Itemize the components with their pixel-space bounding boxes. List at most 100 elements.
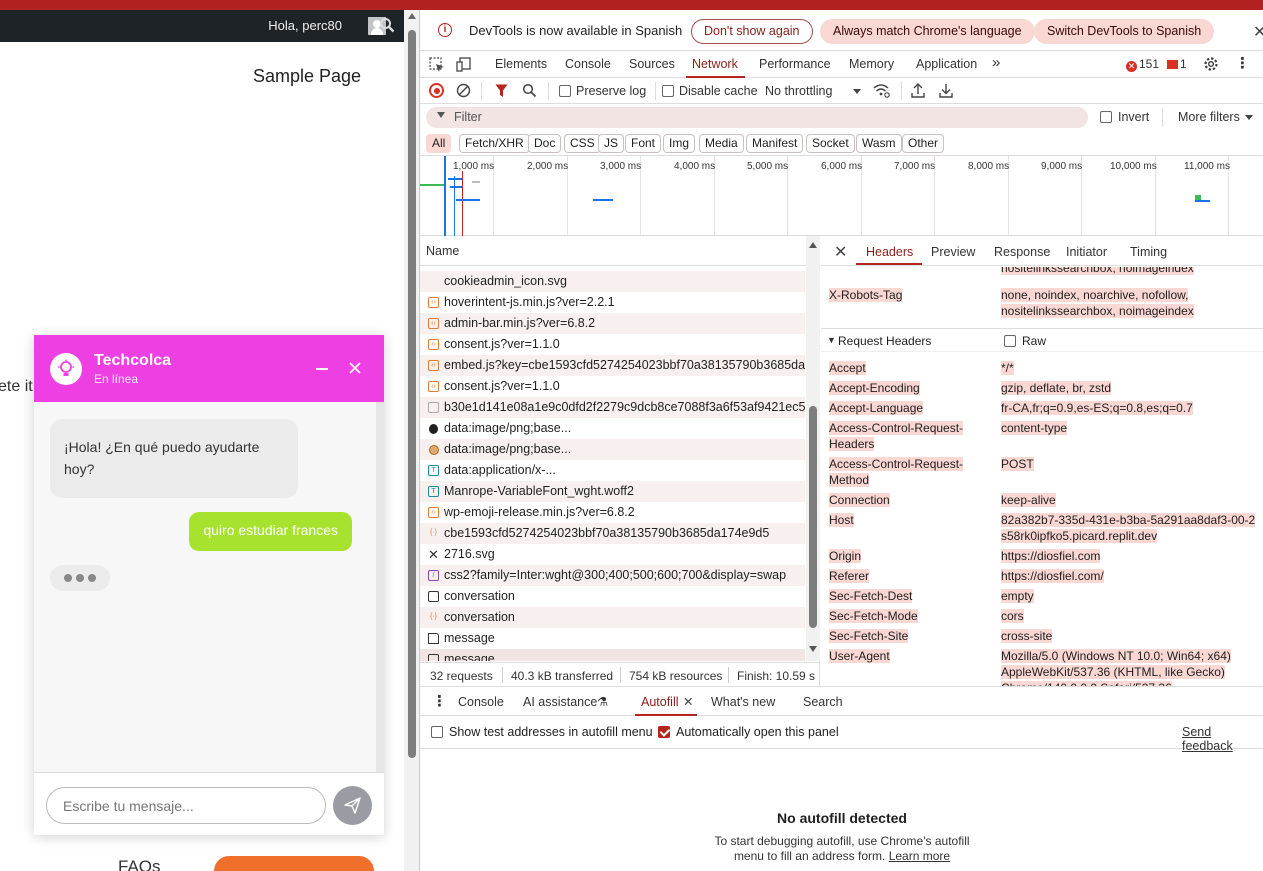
disable-cache-checkbox[interactable]: [662, 85, 674, 97]
close-autofill-tab-icon[interactable]: ✕: [683, 694, 693, 709]
header-value[interactable]: https://diosfiel.com: [1001, 548, 1263, 564]
dont-show-again-button[interactable]: Don't show again: [691, 19, 813, 44]
drawer-tab-search[interactable]: Search: [803, 695, 843, 709]
type-css[interactable]: CSS: [564, 134, 601, 153]
nav-sample-page[interactable]: Sample Page: [253, 66, 361, 87]
table-row[interactable]: T Manrope-VariableFont_wght.woff2: [420, 481, 805, 502]
inspect-element-icon[interactable]: [429, 57, 445, 73]
learn-more-link[interactable]: Learn more: [889, 849, 950, 863]
network-conditions-icon[interactable]: [873, 83, 890, 98]
chat-message-input[interactable]: [46, 787, 326, 824]
request-list-scrollbar-thumb[interactable]: [809, 406, 817, 628]
close-details-icon[interactable]: ✕: [834, 242, 847, 262]
filter-funnel-icon[interactable]: [495, 84, 508, 98]
record-icon[interactable]: [429, 83, 444, 98]
tab-elements[interactable]: Elements: [495, 57, 547, 71]
header-value[interactable]: fr-CA,fr;q=0.9,es-ES;q=0.8,es;q=0.7: [1001, 400, 1263, 416]
more-filters-dropdown-icon[interactable]: [1245, 115, 1253, 120]
header-value[interactable]: */*: [1001, 360, 1263, 376]
device-toolbar-icon[interactable]: [456, 57, 472, 73]
invert-checkbox[interactable]: [1100, 111, 1112, 123]
table-row[interactable]: ‹› consent.js?ver=1.1.0: [420, 334, 805, 355]
header-value[interactable]: POST: [1001, 456, 1263, 472]
type-socket[interactable]: Socket: [806, 134, 855, 153]
tab-performance[interactable]: Performance: [759, 57, 831, 71]
search-icon[interactable]: [379, 17, 395, 33]
header-value[interactable]: https://diosfiel.com/: [1001, 568, 1263, 584]
scroll-down-arrow-icon[interactable]: [809, 646, 817, 652]
cta-button[interactable]: [214, 856, 374, 871]
table-row-selected[interactable]: message: [420, 649, 805, 661]
header-value[interactable]: cors: [1001, 608, 1263, 624]
raw-checkbox[interactable]: [1004, 335, 1016, 347]
type-doc[interactable]: Doc: [528, 134, 562, 153]
drawer-tab-ai-assistance[interactable]: AI assistance: [523, 695, 597, 709]
drawer-tab-autofill[interactable]: Autofill: [641, 695, 679, 709]
send-button[interactable]: [333, 786, 372, 825]
header-value[interactable]: nositelinkssearchbox, noimageindex: [1001, 267, 1263, 276]
network-timeline-overview[interactable]: 1,000 ms 2,000 ms 3,000 ms 4,000 ms 5,00…: [420, 156, 1263, 236]
table-row[interactable]: ‹› consent.js?ver=1.1.0: [420, 376, 805, 397]
type-other[interactable]: Other: [902, 134, 945, 153]
kebab-menu-icon[interactable]: ⋮: [1235, 54, 1250, 72]
drawer-tab-whats-new[interactable]: What's new: [711, 695, 775, 709]
type-all[interactable]: All: [426, 134, 452, 153]
drawer-tab-console[interactable]: Console: [458, 695, 504, 709]
auto-open-checkbox[interactable]: [658, 726, 670, 738]
clear-icon[interactable]: [456, 83, 471, 98]
type-font[interactable]: Font: [625, 134, 662, 153]
table-row[interactable]: conversation: [420, 586, 805, 607]
table-row[interactable]: / css2?family=Inter:wght@300;400;500;600;…: [420, 565, 805, 586]
table-row[interactable]: ‹› wp-emoji-release.min.js?ver=6.8.2: [420, 502, 805, 523]
tab-sources[interactable]: Sources: [629, 57, 675, 71]
table-row[interactable]: ‹› hoverintent-js.min.js?ver=2.2.1: [420, 292, 805, 313]
search-icon[interactable]: [522, 83, 537, 98]
tab-network[interactable]: Network: [692, 57, 738, 71]
drawer-menu-icon[interactable]: ⋮: [432, 692, 447, 710]
type-manifest[interactable]: Manifest: [746, 134, 804, 153]
minimize-icon[interactable]: [316, 368, 328, 370]
header-value[interactable]: empty: [1001, 588, 1263, 604]
export-har-icon[interactable]: [939, 83, 953, 98]
tab-initiator[interactable]: Initiator: [1066, 245, 1107, 259]
header-value[interactable]: content-type: [1001, 420, 1263, 436]
chat-scrollbar[interactable]: [376, 402, 384, 772]
preserve-log-checkbox[interactable]: [559, 85, 571, 97]
scroll-up-arrow-icon[interactable]: [408, 13, 416, 19]
table-row[interactable]: data:image/png;base...: [420, 418, 805, 439]
table-row[interactable]: ‹› admin-bar.min.js?ver=6.8.2: [420, 313, 805, 334]
more-filters-button[interactable]: More filters: [1178, 110, 1240, 124]
scroll-up-arrow-icon[interactable]: [809, 242, 817, 248]
request-headers-section[interactable]: ▼ Request Headers Raw: [821, 328, 1263, 352]
tab-preview[interactable]: Preview: [931, 245, 975, 259]
header-value[interactable]: keep-alive: [1001, 492, 1263, 508]
table-row[interactable]: message: [420, 628, 805, 649]
switch-spanish-button[interactable]: Switch DevTools to Spanish: [1034, 19, 1215, 44]
tab-memory[interactable]: Memory: [849, 57, 894, 71]
issue-counter[interactable]: ✕ 151 1: [1126, 57, 1187, 72]
table-row[interactable]: {·} cbe1593cfd5274254023bbf70a38135790b36…: [420, 523, 805, 544]
tab-console[interactable]: Console: [565, 57, 611, 71]
table-row[interactable]: Tdata:application/x-...: [420, 460, 805, 481]
header-value[interactable]: gzip, deflate, br, zstd: [1001, 380, 1263, 396]
table-row[interactable]: cookieadmin_icon.svg: [420, 271, 805, 292]
table-row[interactable]: data:image/png;base...: [420, 439, 805, 460]
tab-response[interactable]: Response: [994, 245, 1050, 259]
type-img[interactable]: Img: [663, 134, 696, 153]
show-test-addresses-checkbox[interactable]: [431, 726, 443, 738]
table-row[interactable]: ✕ 2716.svg: [420, 544, 805, 565]
page-scrollbar-thumb[interactable]: [408, 30, 416, 758]
throttling-select[interactable]: No throttling: [765, 84, 832, 98]
table-row[interactable]: b30e1d141e08a1e9c0dfd2f2279c9dcb8ce7088f…: [420, 397, 805, 418]
throttling-dropdown-icon[interactable]: [853, 89, 861, 94]
type-wasm[interactable]: Wasm: [856, 134, 902, 153]
request-list-scrollbar[interactable]: [806, 236, 820, 661]
admin-greeting[interactable]: Hola, perc80: [268, 18, 342, 33]
header-value[interactable]: cross-site: [1001, 628, 1263, 644]
expand-triangle-icon[interactable]: ▼: [827, 335, 836, 345]
dock-side-icon[interactable]: ⋮: [1258, 54, 1263, 71]
table-row[interactable]: ‹› embed.js?key=cbe1593cfd5274254023bbf70…: [420, 355, 805, 376]
filter-input[interactable]: Filter: [426, 107, 1088, 128]
type-fetch-xhr[interactable]: Fetch/XHR: [459, 134, 530, 153]
tab-headers[interactable]: Headers: [866, 245, 913, 259]
